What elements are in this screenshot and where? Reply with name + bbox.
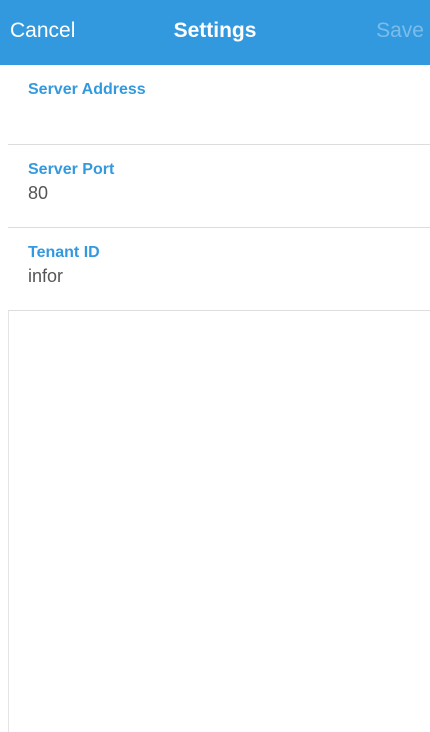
page-title: Settings: [173, 19, 257, 42]
save-button[interactable]: Save: [376, 19, 424, 43]
server-address-label: Server Address: [28, 81, 146, 98]
server-address-input[interactable]: [28, 103, 408, 124]
server-port-input[interactable]: [28, 183, 408, 204]
server-port-label: Server Port: [28, 161, 115, 178]
tenant-id-label: Tenant ID: [28, 244, 100, 261]
navigation-bar: Cancel Settings Save: [0, 0, 430, 65]
tenant-id-input[interactable]: [28, 266, 408, 287]
tenant-id-field[interactable]: Tenant ID: [8, 228, 430, 311]
server-port-field[interactable]: Server Port: [8, 145, 430, 228]
server-address-field[interactable]: Server Address: [8, 65, 430, 145]
